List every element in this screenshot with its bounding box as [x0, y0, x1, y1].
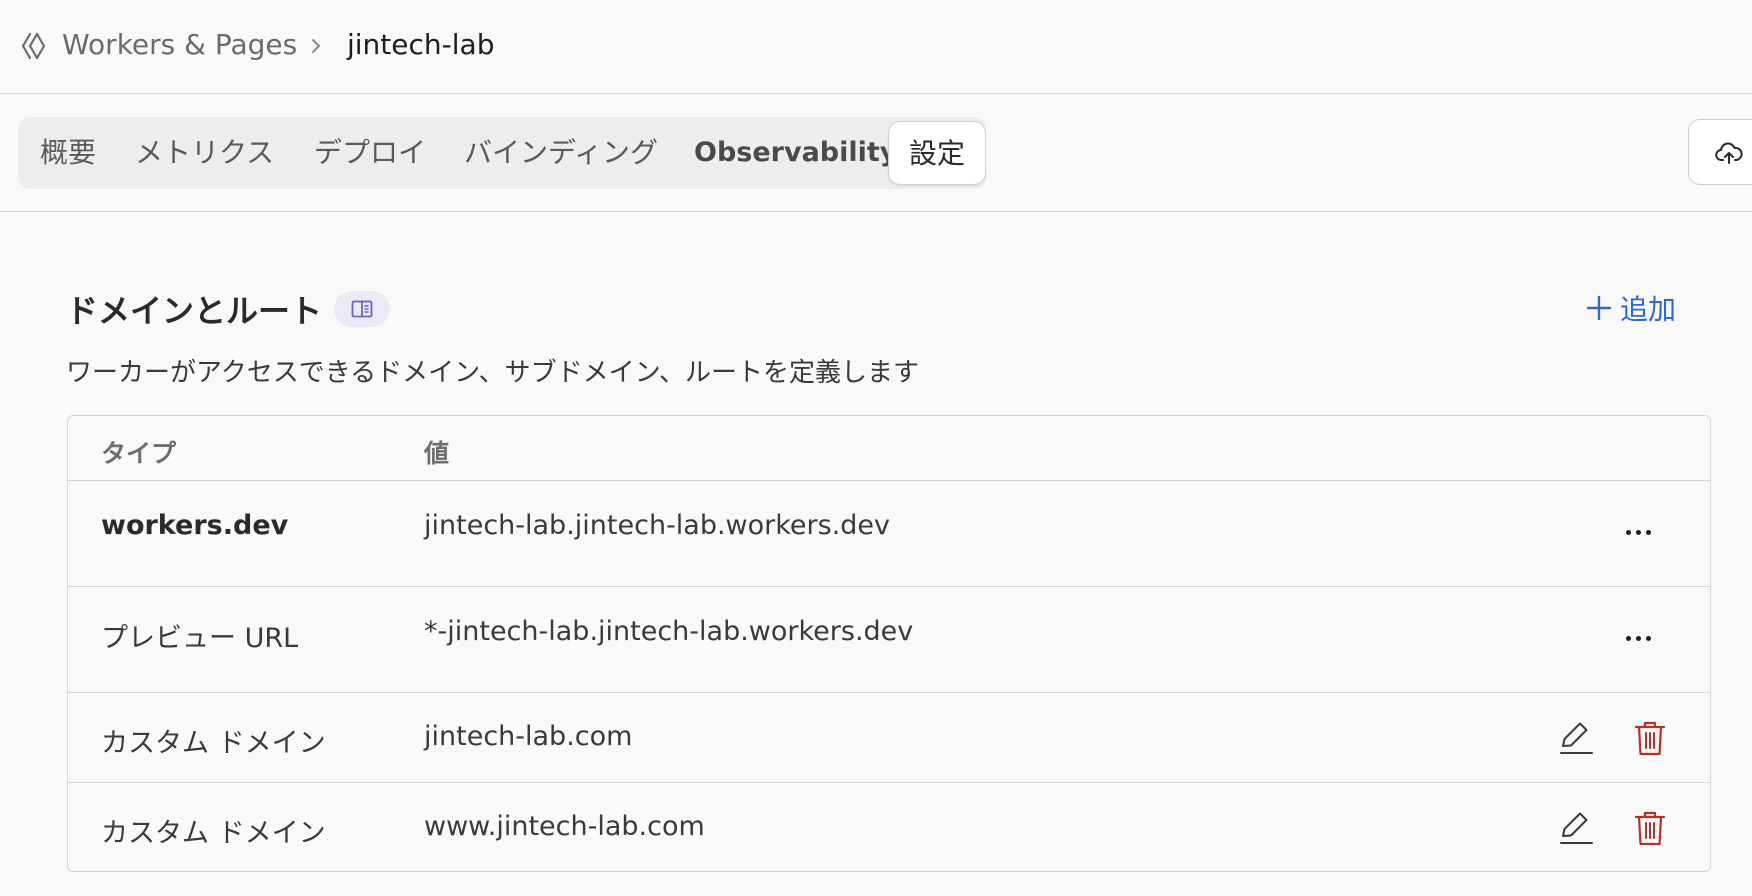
edit-button[interactable]: [1556, 808, 1596, 848]
deploy-button[interactable]: [1688, 119, 1752, 185]
tab-list: 概要 メトリクス デプロイ バインディング Observability 設定: [18, 117, 986, 189]
pencil-icon: [1560, 812, 1593, 844]
table-row: カスタム ドメイン jintech-lab.com: [68, 693, 1710, 783]
trash-icon: [1634, 721, 1666, 756]
table-row: workers.dev jintech-lab.jintech-lab.work…: [68, 481, 1710, 587]
cell-value: www.jintech-lab.com: [424, 811, 705, 842]
workers-icon: [21, 32, 46, 60]
table-row: プレビュー URL *-jintech-lab.jintech-lab.work…: [68, 587, 1710, 693]
tab-metrics[interactable]: メトリクス: [135, 117, 274, 189]
chevron-right-icon: [312, 39, 320, 53]
book-icon: [351, 300, 373, 318]
tab-deployments[interactable]: デプロイ: [314, 117, 426, 189]
breadcrumb-parent-link[interactable]: Workers & Pages: [62, 28, 297, 61]
breadcrumb: Workers & Pages jintech-lab: [0, 0, 1752, 94]
trash-icon: [1634, 811, 1666, 846]
section-title: ドメインとルート: [66, 292, 323, 330]
add-button[interactable]: 追加: [1586, 290, 1676, 326]
tab-observability[interactable]: Observability: [694, 117, 897, 189]
table-header: タイプ 値: [68, 416, 1710, 481]
ellipsis-icon: [1626, 636, 1631, 641]
delete-button[interactable]: [1630, 718, 1670, 758]
edit-button[interactable]: [1556, 718, 1596, 758]
section-description: ワーカーがアクセスできるドメイン、サブドメイン、ルートを定義します: [66, 358, 920, 388]
cell-type: カスタム ドメイン: [101, 818, 326, 849]
column-header-value: 値: [424, 439, 450, 468]
domains-table: タイプ 値 workers.dev jintech-lab.jintech-la…: [67, 415, 1711, 872]
more-options-button[interactable]: [1614, 518, 1664, 548]
cell-value: jintech-lab.com: [424, 721, 633, 752]
delete-button[interactable]: [1630, 808, 1670, 848]
table-row: カスタム ドメイン www.jintech-lab.com: [68, 783, 1710, 871]
cell-type: カスタム ドメイン: [101, 728, 326, 759]
add-button-label: 追加: [1620, 293, 1677, 326]
more-options-button[interactable]: [1614, 624, 1664, 654]
breadcrumb-current: jintech-lab: [347, 28, 495, 61]
cell-value: jintech-lab.jintech-lab.workers.dev: [424, 510, 891, 541]
cell-type: workers.dev: [101, 510, 289, 541]
tab-bindings[interactable]: バインディング: [464, 117, 658, 189]
ellipsis-icon: [1626, 530, 1631, 535]
docs-button[interactable]: [334, 291, 390, 327]
tab-overview[interactable]: 概要: [40, 117, 96, 189]
plus-icon: [1586, 295, 1612, 321]
cloud-upload-icon: [1715, 142, 1743, 164]
pencil-icon: [1560, 722, 1593, 754]
column-header-type: タイプ: [101, 439, 177, 468]
tab-settings[interactable]: 設定: [888, 121, 986, 185]
cell-value: *-jintech-lab.jintech-lab.workers.dev: [424, 616, 914, 647]
cell-type: プレビュー URL: [101, 623, 299, 654]
tab-bar: 概要 メトリクス デプロイ バインディング Observability 設定: [0, 94, 1752, 212]
